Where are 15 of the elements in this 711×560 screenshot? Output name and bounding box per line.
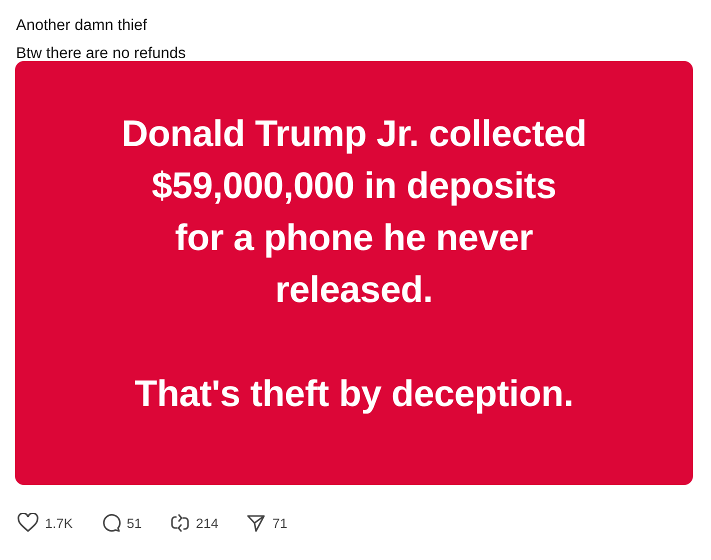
image-text: released. (275, 268, 433, 312)
action-count: 71 (272, 516, 288, 530)
image-text: Donald Trump Jr. collected (121, 112, 587, 156)
post-text: Btw there are no refunds (16, 44, 187, 64)
image-text: That's theft by deception. (134, 372, 574, 416)
image-text: for a phone he never (175, 216, 533, 260)
repost-icon[interactable] (170, 513, 190, 533)
send-icon[interactable] (246, 513, 266, 533)
heart-icon[interactable] (17, 513, 39, 533)
action-count: 1.7K (45, 516, 73, 530)
action-count: 51 (126, 516, 142, 530)
post-text: Another damn thief (16, 16, 148, 36)
speech-bubble-icon[interactable] (100, 513, 121, 533)
image-text: $59,000,000 in deposits (152, 164, 556, 208)
action-count: 214 (196, 516, 218, 530)
